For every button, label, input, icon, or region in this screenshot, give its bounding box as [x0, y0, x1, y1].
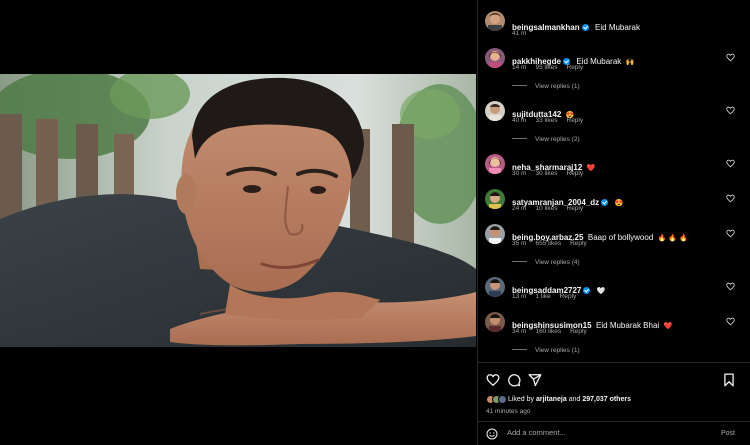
likes-summary[interactable]: Liked by arjitaneja and 297,037 others	[486, 395, 631, 406]
reply-button[interactable]: Reply	[570, 328, 587, 335]
comment-text: Baap of bollywood	[587, 233, 654, 242]
heart-icon[interactable]	[726, 159, 735, 168]
bookmark-icon[interactable]	[722, 373, 736, 387]
like-heart-icon[interactable]	[486, 373, 500, 387]
liker-avatars	[486, 395, 507, 406]
post-header: beingsalmankhan Eid Mubarak 41 m	[478, 0, 750, 40]
replies-divider	[512, 85, 527, 86]
commenter-avatar[interactable]	[485, 312, 505, 332]
post-photo[interactable]	[0, 74, 476, 347]
comment-likes[interactable]: 33 likes	[535, 117, 557, 124]
post-time: 41 m	[512, 30, 527, 37]
comment-emoji: 😍	[614, 200, 624, 207]
view-replies-button[interactable]: View replies (2)	[512, 136, 580, 143]
heart-icon[interactable]	[726, 53, 735, 62]
view-replies-label: View replies (1)	[535, 347, 580, 354]
commenter-avatar[interactable]	[485, 277, 505, 297]
view-replies-label: View replies (2)	[535, 136, 580, 143]
view-replies-label: View replies (4)	[535, 259, 580, 266]
comment-likes[interactable]: 95 likes	[535, 64, 557, 71]
comment-likes[interactable]: 655 likes	[535, 240, 561, 247]
comment-time: 14 m	[512, 64, 527, 71]
comment-icon[interactable]	[507, 373, 521, 387]
heart-icon[interactable]	[726, 282, 735, 291]
heart-icon[interactable]	[726, 194, 735, 203]
reply-button[interactable]: Reply	[560, 293, 577, 300]
comment-likes[interactable]: 30 likes	[535, 170, 557, 177]
heart-icon[interactable]	[726, 229, 735, 238]
reply-button[interactable]: Reply	[567, 170, 584, 177]
reply-button[interactable]: Reply	[567, 117, 584, 124]
verified-icon	[601, 199, 609, 206]
comment-emoji: 🙌	[625, 59, 635, 66]
add-comment-bar: Post	[478, 421, 750, 445]
comment-time: 35 m	[512, 240, 527, 247]
comment-input[interactable]	[507, 428, 707, 437]
comment-emoji: 🤍	[596, 288, 606, 295]
comment-time: 13 m	[512, 293, 527, 300]
post-caption-line: beingsalmankhan Eid Mubarak	[512, 17, 640, 35]
commenter-avatar[interactable]	[485, 48, 505, 68]
replies-divider	[512, 138, 527, 139]
comment-likes[interactable]: 1 like	[535, 293, 550, 300]
verified-icon	[581, 24, 589, 31]
comment-text: Eid Mubarak Bhai	[596, 321, 660, 330]
view-replies-label: View replies (1)	[535, 83, 580, 90]
heart-icon[interactable]	[726, 106, 735, 115]
author-avatar[interactable]	[485, 11, 505, 31]
post-photo-illustration	[0, 74, 476, 347]
reply-button[interactable]: Reply	[567, 64, 584, 71]
smiley-icon[interactable]	[486, 428, 498, 440]
comment-time: 30 m	[512, 170, 527, 177]
post-caption: Eid Mubarak	[595, 23, 640, 32]
comment-likes[interactable]: 10 likes	[535, 205, 557, 212]
reply-button[interactable]: Reply	[570, 240, 587, 247]
comment-emoji: ❤️	[663, 323, 673, 330]
post-actions: Liked by arjitaneja and 297,037 others 4…	[478, 362, 750, 415]
commenter-avatar[interactable]	[485, 224, 505, 244]
comment-time: 40 m	[512, 117, 527, 124]
commenter-avatar[interactable]	[485, 189, 505, 209]
commenter-avatar[interactable]	[485, 101, 505, 121]
comment-time: 24 m	[512, 205, 527, 212]
media-pane	[0, 0, 476, 445]
liked-by-middle: and	[568, 396, 581, 403]
liked-by-user[interactable]: arjitaneja	[536, 396, 567, 403]
post-time-ago: 41 minutes ago	[486, 408, 531, 415]
likes-count[interactable]: 297,037 others	[582, 396, 631, 403]
share-icon[interactable]	[528, 373, 542, 387]
commenter-avatar[interactable]	[485, 154, 505, 174]
view-replies-button[interactable]: View replies (4)	[512, 259, 580, 266]
comment-time: 34 m	[512, 328, 527, 335]
heart-icon[interactable]	[726, 317, 735, 326]
comment-likes[interactable]: 160 likes	[535, 328, 561, 335]
view-replies-button[interactable]: View replies (1)	[512, 83, 580, 90]
comment-emoji: 🔥 🔥 🔥	[657, 235, 688, 242]
liked-by-prefix: Liked by	[507, 396, 535, 403]
reply-button[interactable]: Reply	[567, 205, 584, 212]
comments-panel: beingsalmankhan Eid Mubarak 41 m pakkhih…	[477, 0, 750, 445]
view-replies-button[interactable]: View replies (1)	[512, 347, 580, 354]
replies-divider	[512, 349, 527, 350]
post-comment-button[interactable]: Post	[721, 430, 735, 437]
replies-divider	[512, 261, 527, 262]
